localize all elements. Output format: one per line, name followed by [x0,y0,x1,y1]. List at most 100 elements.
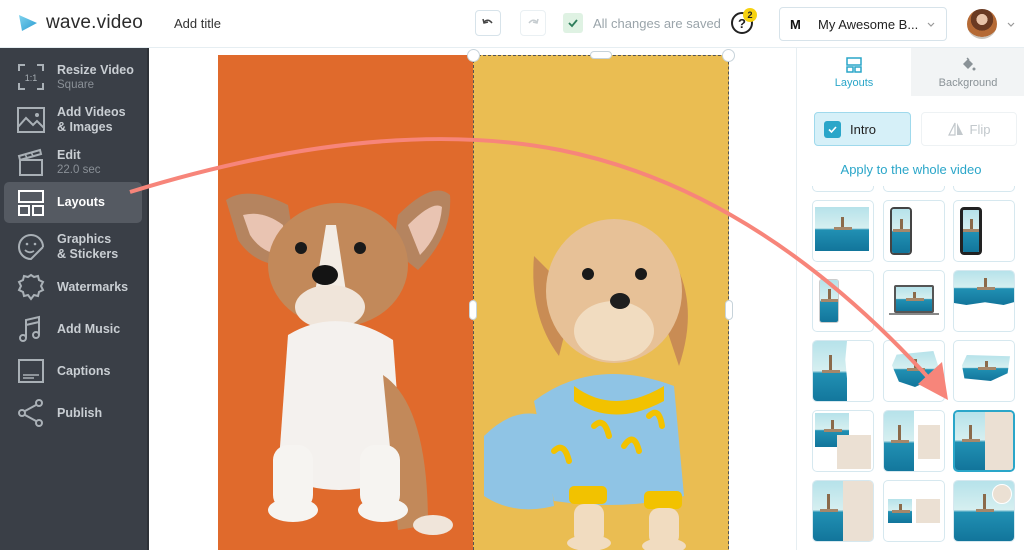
layout-thumbnail-brush-top[interactable] [953,270,1015,332]
thumbnail-preview [890,207,912,255]
sidebar-item-add-videos[interactable]: Add Videos & Images [4,103,142,137]
tab-layouts[interactable]: Layouts [797,48,911,96]
layout-panel-right-selected[interactable] [473,55,729,550]
undo-icon [482,18,493,24]
sidebar-item-label: Layouts [57,195,105,209]
layouts-icon [16,188,46,218]
check-icon [563,13,583,33]
share-icon [16,398,46,428]
intro-toggle[interactable]: Intro [814,112,911,146]
undo-button[interactable] [475,10,501,36]
flip-button[interactable]: Flip [921,112,1017,146]
notification-badge: 2 [743,8,757,22]
layout-panel-left[interactable] [218,55,473,550]
layout-thumbnail-phone-notch[interactable] [883,200,945,262]
thumbnail-preview [963,229,979,233]
music-icon [16,314,46,344]
thumbnail-preview [955,412,985,470]
sidebar-item-watermarks[interactable]: Watermarks [4,270,142,304]
layout-thumbnail-phone-left[interactable] [812,270,874,332]
chevron-down-icon[interactable] [1006,19,1016,29]
layout-thumbnail-phone-classic[interactable] [953,200,1015,262]
sidebar-item-resize-video[interactable]: 1:1 Resize Video Square [4,60,142,94]
dog-in-pajamas-image [474,56,728,550]
layout-thumbnail-split-selected[interactable] [953,410,1015,472]
tab-background[interactable]: Background [911,48,1024,96]
layout-thumbnail-partial[interactable] [812,186,874,192]
layout-thumbnail-brush-center[interactable] [883,340,945,402]
thumbnail-preview [821,299,838,303]
layout-thumbnail-overlap-squares[interactable] [812,410,874,472]
wave-logo-icon [19,15,37,31]
logo[interactable]: wave.video [18,12,143,34]
sidebar-item-label-line2: & Stickers [57,247,119,261]
sidebar-item-graphics[interactable]: Graphics & Stickers [4,230,142,264]
corgi-puppy-image [218,55,473,550]
sidebar-item-label: Add Videos [57,105,126,119]
sidebar-item-label-line2: & Images [57,120,113,134]
sidebar-item-layouts[interactable]: Layouts [4,182,142,223]
thumbnail-preview [894,285,934,313]
thumbnail-preview [892,351,938,387]
layout-thumbnail-half-left-image[interactable] [812,340,874,402]
flip-icon [947,122,963,136]
layout-thumbnail-image-left-card-right[interactable] [883,410,945,472]
flip-label: Flip [969,121,991,137]
resize-handle-right[interactable] [725,300,733,320]
resize-handle-left[interactable] [469,300,477,320]
layout-thumbnail-partial[interactable] [883,186,945,192]
thumbnail-preview [889,313,939,315]
avatar[interactable] [967,9,997,39]
thumbnail-preview [962,438,980,442]
clapperboard-icon [16,147,46,177]
resize-handle-top-left[interactable] [467,49,480,62]
redo-button[interactable] [520,10,546,36]
sidebar-item-sublabel: Square [57,78,95,91]
layout-thumbnail-brush-right[interactable] [953,340,1015,402]
sidebar-item-label: Edit [57,147,81,162]
sidebar-item-publish[interactable]: Publish [4,396,142,430]
thumbnail-preview [963,210,979,252]
resize-handle-top-right[interactable] [722,49,735,62]
sticker-icon [16,232,46,262]
title-input[interactable]: Add title [174,16,221,31]
layout-thumbnail-two-small-squares[interactable] [883,480,945,542]
thumbnail-preview [978,366,996,370]
resize-handle-top[interactable] [590,51,612,59]
sidebar-item-captions[interactable]: Captions [4,354,142,388]
thumbnail-preview [977,286,995,290]
thumbnail-preview [954,271,1014,305]
thumbnail-preview [907,367,925,371]
sidebar-item-sublabel: 22.0 sec [57,163,101,176]
sidebar: 1:1 Resize Video Square Add Videos & Ima… [0,48,149,550]
layout-thumbnail-partial[interactable] [953,186,1015,192]
resize-icon: 1:1 [16,62,46,92]
top-bar: wave.video Add title All changes are sav… [0,0,1024,48]
thumbnail-preview [892,209,910,253]
sidebar-item-label: Graphics [57,232,112,246]
brand-selector[interactable]: M My Awesome B... [779,7,947,41]
thumbnail-preview [992,484,1012,504]
thumbnail-preview [815,207,869,251]
brand-initial: M [790,16,801,32]
paint-bucket-icon [963,56,976,70]
thumbnail-preview [962,355,1010,381]
thumbnail-preview [892,510,910,514]
image-icon [16,105,46,135]
thumbnail-preview [813,341,847,401]
apply-to-whole-video-link[interactable]: Apply to the whole video [797,162,1024,177]
layout-thumbnail-full-with-circle[interactable] [953,480,1015,542]
layout-thumbnail-full-frame[interactable] [812,200,874,262]
help-button[interactable]: ? 2 [731,8,757,36]
layouts-panel: Layouts Background Intro Flip Apply to t… [796,48,1024,550]
thumbnail-preview [891,439,909,443]
layout-thumbnail-split-image-sand[interactable] [812,480,874,542]
thumbnail-preview [837,435,871,469]
thumbnail-preview [985,412,1013,470]
thumbnail-preview [822,369,840,373]
sidebar-item-edit[interactable]: Edit 22.0 sec [4,145,142,179]
thumbnail-preview [813,481,843,541]
layout-thumbnail-laptop[interactable] [883,270,945,332]
thumbnail-preview [834,227,852,231]
sidebar-item-add-music[interactable]: Add Music [4,312,142,346]
